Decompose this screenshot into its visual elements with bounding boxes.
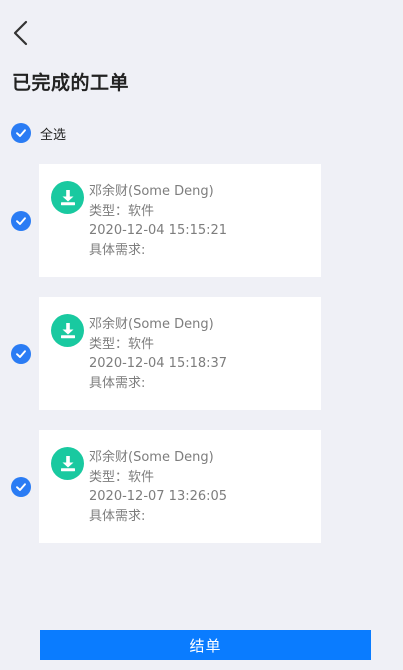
download-icon (51, 314, 84, 347)
order-card[interactable]: 邓余财(Some Deng) 类型：软件 2020-12-04 15:15:21… (39, 164, 321, 277)
order-card[interactable]: 邓余财(Some Deng) 类型：软件 2020-12-07 13:26:05… (39, 430, 321, 543)
order-time: 2020-12-07 13:26:05 (89, 489, 228, 504)
download-icon (51, 447, 84, 480)
order-checkbox[interactable] (11, 344, 31, 364)
close-order-button[interactable]: 结单 (40, 630, 371, 660)
order-requester: 邓余财(Some Deng) (89, 184, 214, 199)
order-type: 类型：软件 (89, 469, 155, 485)
order-requirement: 具体需求: (89, 508, 146, 524)
back-button[interactable] (8, 18, 34, 48)
select-all-checkbox[interactable]: 全选 (11, 123, 66, 143)
order-requirement: 具体需求: (89, 375, 146, 391)
order-requester: 邓余财(Some Deng) (89, 450, 214, 465)
order-checkbox[interactable] (11, 211, 31, 231)
check-circle-icon (11, 477, 31, 497)
order-time: 2020-12-04 15:15:21 (89, 223, 228, 238)
select-all-label: 全选 (40, 127, 67, 143)
chevron-left-icon (13, 20, 28, 46)
order-checkbox[interactable] (11, 477, 31, 497)
order-type: 类型：软件 (89, 203, 155, 219)
order-type: 类型：软件 (89, 336, 155, 352)
check-circle-icon (11, 123, 31, 143)
order-card[interactable]: 邓余财(Some Deng) 类型：软件 2020-12-04 15:18:37… (39, 297, 321, 410)
order-time: 2020-12-04 15:18:37 (89, 356, 228, 371)
order-requirement: 具体需求: (89, 242, 146, 258)
order-requester: 邓余财(Some Deng) (89, 317, 214, 332)
check-circle-icon (11, 344, 31, 364)
download-icon (51, 181, 84, 214)
page-title: 已完成的工单 (12, 72, 130, 94)
check-circle-icon (11, 211, 31, 231)
